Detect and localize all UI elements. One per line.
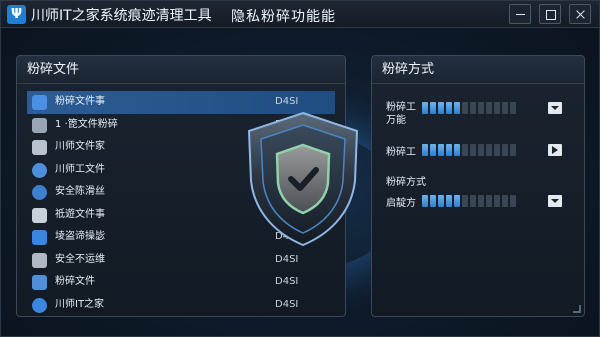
- level-segment: [510, 195, 516, 207]
- shield-emblem-icon: [245, 111, 361, 247]
- level-segment: [510, 144, 516, 156]
- title-bar: Ψ 川师IT之家系统痕迹清理工具 隐私粉碎功能能: [1, 1, 599, 28]
- file-row-name: 1 ·箆文件粉碎: [55, 118, 118, 130]
- level-segment: [486, 144, 492, 156]
- level-segment: [422, 195, 428, 207]
- file-row-value: D4SI: [275, 253, 299, 265]
- file-row-name: 安全陈滑丝: [55, 186, 105, 197]
- option-2-level-bar[interactable]: [422, 144, 516, 156]
- file-row-name: 粉碎文件: [55, 276, 95, 287]
- level-segment: [502, 144, 508, 156]
- level-segment: [478, 195, 484, 207]
- level-segment: [446, 195, 452, 207]
- level-segment: [438, 102, 444, 114]
- maximize-button[interactable]: [539, 4, 561, 24]
- close-button[interactable]: [569, 4, 591, 24]
- level-segment: [430, 144, 436, 156]
- file-shred-panel-title: 粉碎文件: [17, 56, 345, 84]
- resize-grip[interactable]: [573, 305, 581, 313]
- file-list-row[interactable]: 粉碎文件 D4SI: [27, 271, 335, 294]
- file-row-name: 川师IT之家: [55, 298, 105, 310]
- option-4-label: 启靛方: [386, 198, 416, 209]
- cloud-icon: [32, 185, 47, 200]
- level-segment: [446, 102, 452, 114]
- level-segment: [494, 195, 500, 207]
- option-1-dropdown-button[interactable]: [548, 102, 562, 114]
- level-segment: [478, 144, 484, 156]
- level-segment: [478, 102, 484, 114]
- file-stack-icon: [32, 117, 47, 133]
- app-window: Ψ 川师IT之家系统痕迹清理工具 隐私粉碎功能能 粉碎文件 粉碎文件事 D4SI 1…: [0, 0, 600, 337]
- level-segment: [462, 102, 468, 114]
- file-row-value: D4SI: [275, 276, 299, 287]
- shield-icon: [32, 95, 47, 110]
- file-row-name: 川师工文件: [55, 163, 105, 175]
- level-segment: [486, 195, 492, 207]
- file-row-value: D4SI: [275, 96, 299, 107]
- file-row-name: 川师文件家: [55, 141, 105, 152]
- level-segment: [470, 195, 476, 207]
- level-segment: [454, 195, 460, 207]
- level-segment: [494, 102, 500, 114]
- level-segment: [462, 195, 468, 207]
- app-title: 川师IT之家系统痕迹清理工具: [31, 8, 212, 24]
- level-segment: [446, 144, 452, 156]
- option-1-sublabel: 万能: [386, 115, 406, 126]
- option-3-label: 粉碎方式: [386, 177, 426, 188]
- level-segment: [422, 102, 428, 114]
- file-row-value: D4SI: [275, 298, 299, 310]
- level-segment: [502, 195, 508, 207]
- option-2-label: 粉碎工: [386, 147, 416, 158]
- wrench-icon: [32, 252, 47, 268]
- check-circle-icon: [32, 297, 47, 313]
- file-list-row[interactable]: 安全不运维 D4SI: [27, 249, 335, 272]
- shred-method-panel: 粉碎方式 粉碎工 万能 粉碎工 粉碎方式 启靛方: [371, 55, 585, 317]
- option-1-level-bar[interactable]: [422, 102, 516, 114]
- shield-icon: [32, 230, 47, 245]
- level-segment: [470, 102, 476, 114]
- hand-icon: [32, 140, 47, 155]
- level-segment: [438, 195, 444, 207]
- minimize-button[interactable]: [509, 4, 531, 24]
- level-segment: [422, 144, 428, 156]
- level-segment: [486, 102, 492, 114]
- file-list-row[interactable]: 川师IT之家 D4SI: [27, 294, 335, 317]
- level-segment: [430, 102, 436, 114]
- link-icon: [32, 275, 47, 290]
- option-4-level-bar[interactable]: [422, 195, 516, 207]
- level-segment: [454, 144, 460, 156]
- level-segment: [510, 102, 516, 114]
- file-row-name: 安全不运维: [55, 253, 105, 265]
- feature-title: 隐私粉碎功能能: [231, 9, 336, 25]
- option-4-dropdown-button[interactable]: [548, 195, 562, 207]
- level-segment: [454, 102, 460, 114]
- level-segment: [494, 144, 500, 156]
- level-segment: [502, 102, 508, 114]
- option-2-play-button[interactable]: [548, 144, 562, 156]
- file-row-name: 堎盗谛操毖: [55, 231, 105, 242]
- level-segment: [470, 144, 476, 156]
- level-segment: [462, 144, 468, 156]
- app-logo-icon: Ψ: [7, 5, 26, 24]
- level-segment: [438, 144, 444, 156]
- file-row-name: 祗遊文件事: [55, 208, 105, 220]
- document-icon: [32, 207, 47, 223]
- level-segment: [430, 195, 436, 207]
- file-row-name: 粉碎文件事: [55, 96, 105, 107]
- shred-method-panel-title: 粉碎方式: [372, 56, 584, 84]
- cloud-icon: [32, 162, 47, 178]
